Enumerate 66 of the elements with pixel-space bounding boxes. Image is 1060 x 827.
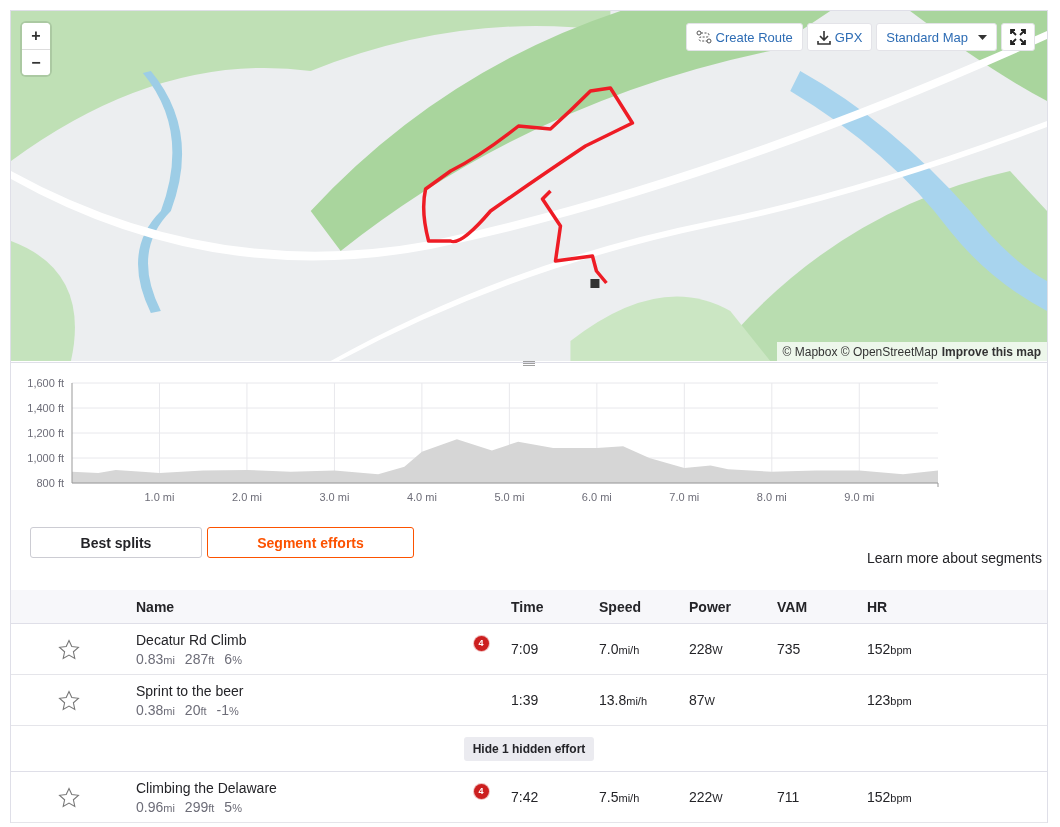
vam-cell-text: 711 xyxy=(776,789,801,805)
time-cell-text: 7:42 xyxy=(510,789,540,805)
map-attribution: © Mapbox © OpenStreetMap xyxy=(782,345,938,359)
segment-name[interactable]: Climbing the Delaware xyxy=(136,779,461,796)
hidden-efforts-button[interactable]: Hide 1 hidden effort xyxy=(463,736,595,761)
download-icon xyxy=(816,29,831,45)
y-tick-label: 1,200 ft xyxy=(27,427,64,439)
x-tick-label: 2.0 mi xyxy=(231,491,262,503)
fullscreen-icon xyxy=(1010,29,1026,45)
time-cell-text: 1:39 xyxy=(510,692,540,708)
x-tick-label: 8.0 mi xyxy=(756,491,787,503)
learn-more-link[interactable]: Learn more about segments xyxy=(866,550,1042,566)
segment-stat: 20ft xyxy=(184,701,207,718)
y-tick-label: 1,600 ft xyxy=(27,377,64,389)
route-icon xyxy=(695,30,712,44)
segment-stat: 299ft xyxy=(184,798,215,815)
star-icon[interactable] xyxy=(57,689,80,711)
heart-rate-cell-text: 152bpm xyxy=(866,641,913,657)
gpx-button[interactable]: GPX xyxy=(806,23,873,51)
caret-icon xyxy=(978,34,987,40)
x-tick-label: 6.0 mi xyxy=(581,491,612,503)
heart-rate-cell-text: 123bpm xyxy=(866,692,913,708)
time-cell-text: 7:09 xyxy=(510,641,540,657)
rank-badge: 4 xyxy=(473,635,489,651)
segment-name[interactable]: Sprint to the beer xyxy=(136,682,461,699)
segment-stat: 0.96mi xyxy=(136,798,175,815)
x-tick-label: 1.0 mi xyxy=(144,491,175,503)
column-header: Speed xyxy=(598,598,642,615)
x-tick-label: 5.0 mi xyxy=(494,491,525,503)
improve-map-link[interactable]: Improve this map xyxy=(941,345,1041,359)
y-tick-label: 1,400 ft xyxy=(27,402,64,414)
segment-stat: 6% xyxy=(224,650,242,667)
segment-stat: 0.38mi xyxy=(136,701,175,718)
create-route-button[interactable]: Create Route xyxy=(685,23,803,51)
y-tick-label: 800 ft xyxy=(36,477,64,489)
vam-cell-text: 735 xyxy=(776,641,802,657)
x-tick-label: 4.0 mi xyxy=(406,491,437,503)
x-tick-label: 3.0 mi xyxy=(319,491,350,503)
segment-name[interactable]: Decatur Rd Climb xyxy=(136,631,461,648)
y-tick-label: 1,000 ft xyxy=(27,452,64,464)
map-style-dropdown[interactable]: Standard Map xyxy=(876,23,997,51)
x-tick-label: 9.0 mi xyxy=(844,491,875,503)
segment-stat: 5% xyxy=(224,798,242,815)
star-icon[interactable] xyxy=(57,638,80,660)
column-header: Time xyxy=(510,598,545,615)
heart-rate-cell-text: 152bpm xyxy=(866,789,913,805)
power-cell-text: 228W xyxy=(688,641,724,657)
zoom-out-button[interactable]: − xyxy=(22,49,50,75)
segment-stat: 287ft xyxy=(184,650,215,667)
column-header: Name xyxy=(135,598,176,615)
speed-cell-text: 7.5mi/h xyxy=(598,789,641,805)
column-header: VAM xyxy=(776,598,809,615)
rank-badge: 4 xyxy=(473,783,489,799)
power-cell-text: 87W xyxy=(688,692,716,708)
segment-tab[interactable]: Best splits xyxy=(30,527,202,558)
speed-cell-text: 13.8mi/h xyxy=(598,692,649,708)
speed-cell-text: 7.0mi/h xyxy=(598,641,641,657)
x-tick-label: 7.0 mi xyxy=(669,491,700,503)
power-cell-text: 222W xyxy=(688,789,724,805)
column-header: Power xyxy=(688,598,732,615)
column-header: HR xyxy=(866,598,889,615)
resize-handle-icon[interactable] xyxy=(523,361,535,367)
fullscreen-button[interactable] xyxy=(1001,23,1035,51)
star-icon[interactable] xyxy=(57,786,80,808)
segment-stat: 0.83mi xyxy=(136,650,175,667)
segment-stat: -1% xyxy=(216,701,239,718)
